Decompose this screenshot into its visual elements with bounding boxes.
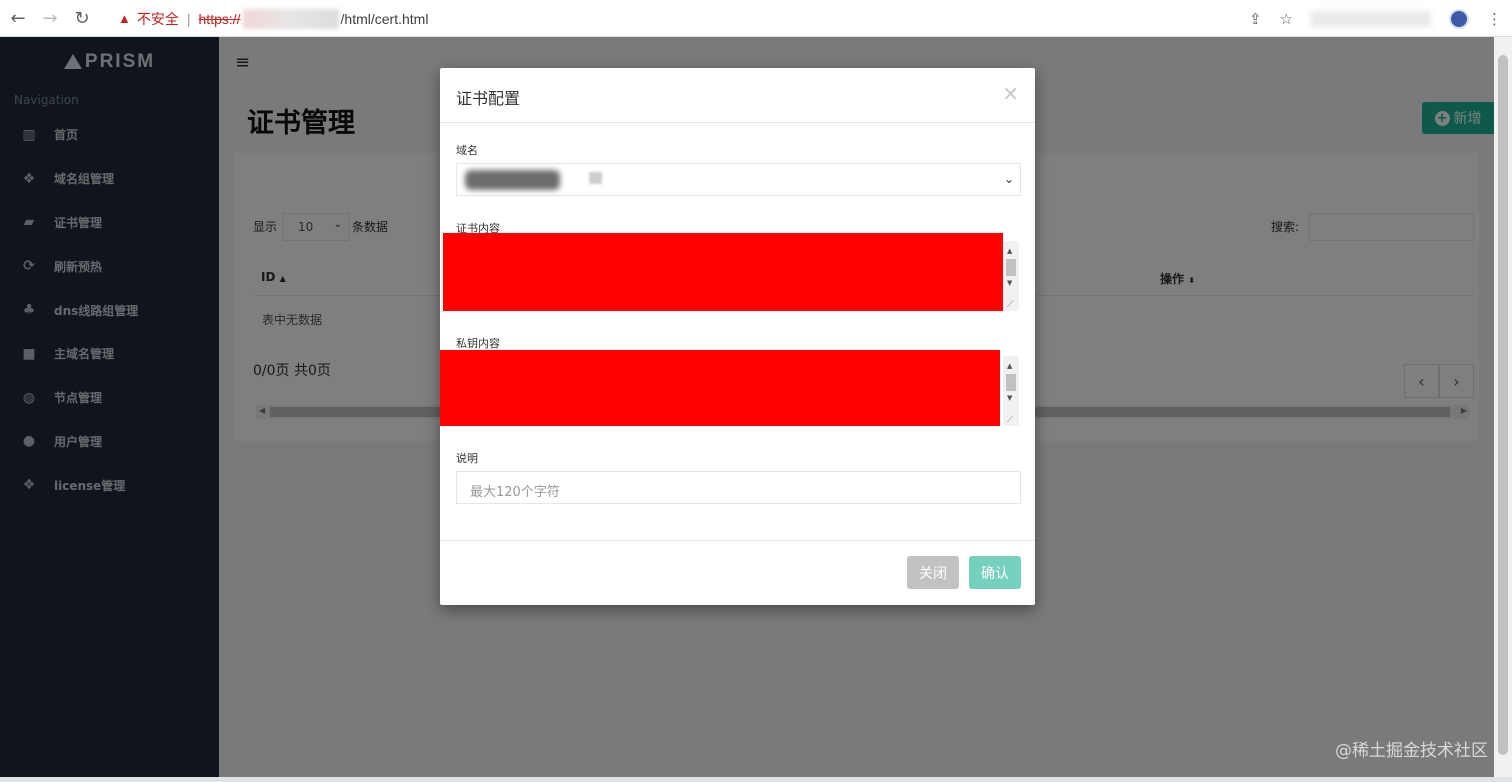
scroll-down-arrow-icon[interactable]: ▼ <box>1007 279 1012 287</box>
page-scroll-thumb[interactable] <box>1498 55 1508 755</box>
page-scrollbar[interactable] <box>1494 37 1512 777</box>
back-icon[interactable]: ← <box>4 4 32 32</box>
insecure-label: 不安全 <box>136 10 179 27</box>
domain-select[interactable]: ⌄ <box>456 163 1021 196</box>
bookmark-star-icon[interactable]: ☆ <box>1280 10 1293 28</box>
domain-label: 域名 <box>456 144 478 157</box>
address-separator: | <box>186 10 191 27</box>
redacted-domain-value <box>465 170 560 190</box>
description-input[interactable]: 最大120个字符 <box>456 471 1021 504</box>
window-bottom-edge <box>0 777 1512 782</box>
watermark: @稀土掘金技术社区 <box>1335 741 1488 761</box>
scroll-up-arrow-icon[interactable]: ▲ <box>1007 362 1012 370</box>
menu-kebab-icon[interactable]: ⋮ <box>1487 10 1502 28</box>
modal-header: 证书配置 × <box>440 68 1035 123</box>
chevron-down-icon: ⌄ <box>1003 172 1014 186</box>
private-key-textarea[interactable] <box>440 350 1000 426</box>
share-icon[interactable]: ⇪ <box>1249 10 1262 28</box>
browser-actions: ⇪ ☆ ⋮ <box>1249 0 1512 37</box>
scroll-up-arrow-icon[interactable]: ▲ <box>1007 247 1012 255</box>
close-icon[interactable]: × <box>1002 81 1019 105</box>
cert-content-textarea[interactable] <box>443 233 1003 311</box>
url-scheme: https:// <box>198 10 241 27</box>
cert-textarea-scrollbar[interactable]: ▲ ▼ ⟋ <box>1003 241 1019 311</box>
resize-grip-icon[interactable]: ⟋ <box>1007 300 1013 310</box>
close-button[interactable]: 关闭 <box>907 556 959 589</box>
confirm-button[interactable]: 确认 <box>969 556 1021 589</box>
modal-footer-divider <box>440 540 1035 541</box>
redacted-domain-suffix <box>589 172 602 184</box>
cert-config-modal: 证书配置 × 域名 ⌄ 证书内容 ▲ ▼ ⟋ 私钥内容 ▲ ▼ ⟋ 说明 最大1… <box>440 68 1035 605</box>
key-textarea-scrollbar[interactable]: ▲ ▼ ⟋ <box>1003 356 1019 426</box>
browser-toolbar: ← → ↻ ▲ 不安全 | https:// /html/cert.html ⇪… <box>0 0 1512 37</box>
forward-icon[interactable]: → <box>36 4 64 32</box>
cert-textarea-scroll-thumb[interactable] <box>1006 259 1016 276</box>
description-label: 说明 <box>456 452 478 465</box>
address-bar[interactable]: ▲ 不安全 | https:// /html/cert.html <box>106 4 1300 33</box>
resize-grip-icon[interactable]: ⟋ <box>1007 415 1013 425</box>
url-path: /html/cert.html <box>340 10 429 27</box>
redacted-host <box>242 8 339 29</box>
private-key-label: 私钥内容 <box>456 337 500 350</box>
profile-avatar[interactable] <box>1449 8 1469 29</box>
warning-icon: ▲ <box>118 11 131 26</box>
redacted-extensions <box>1311 10 1431 27</box>
modal-title: 证书配置 <box>456 89 521 108</box>
key-textarea-scroll-thumb[interactable] <box>1006 374 1016 391</box>
scroll-down-arrow-icon[interactable]: ▼ <box>1007 394 1012 402</box>
reload-icon[interactable]: ↻ <box>68 4 96 32</box>
